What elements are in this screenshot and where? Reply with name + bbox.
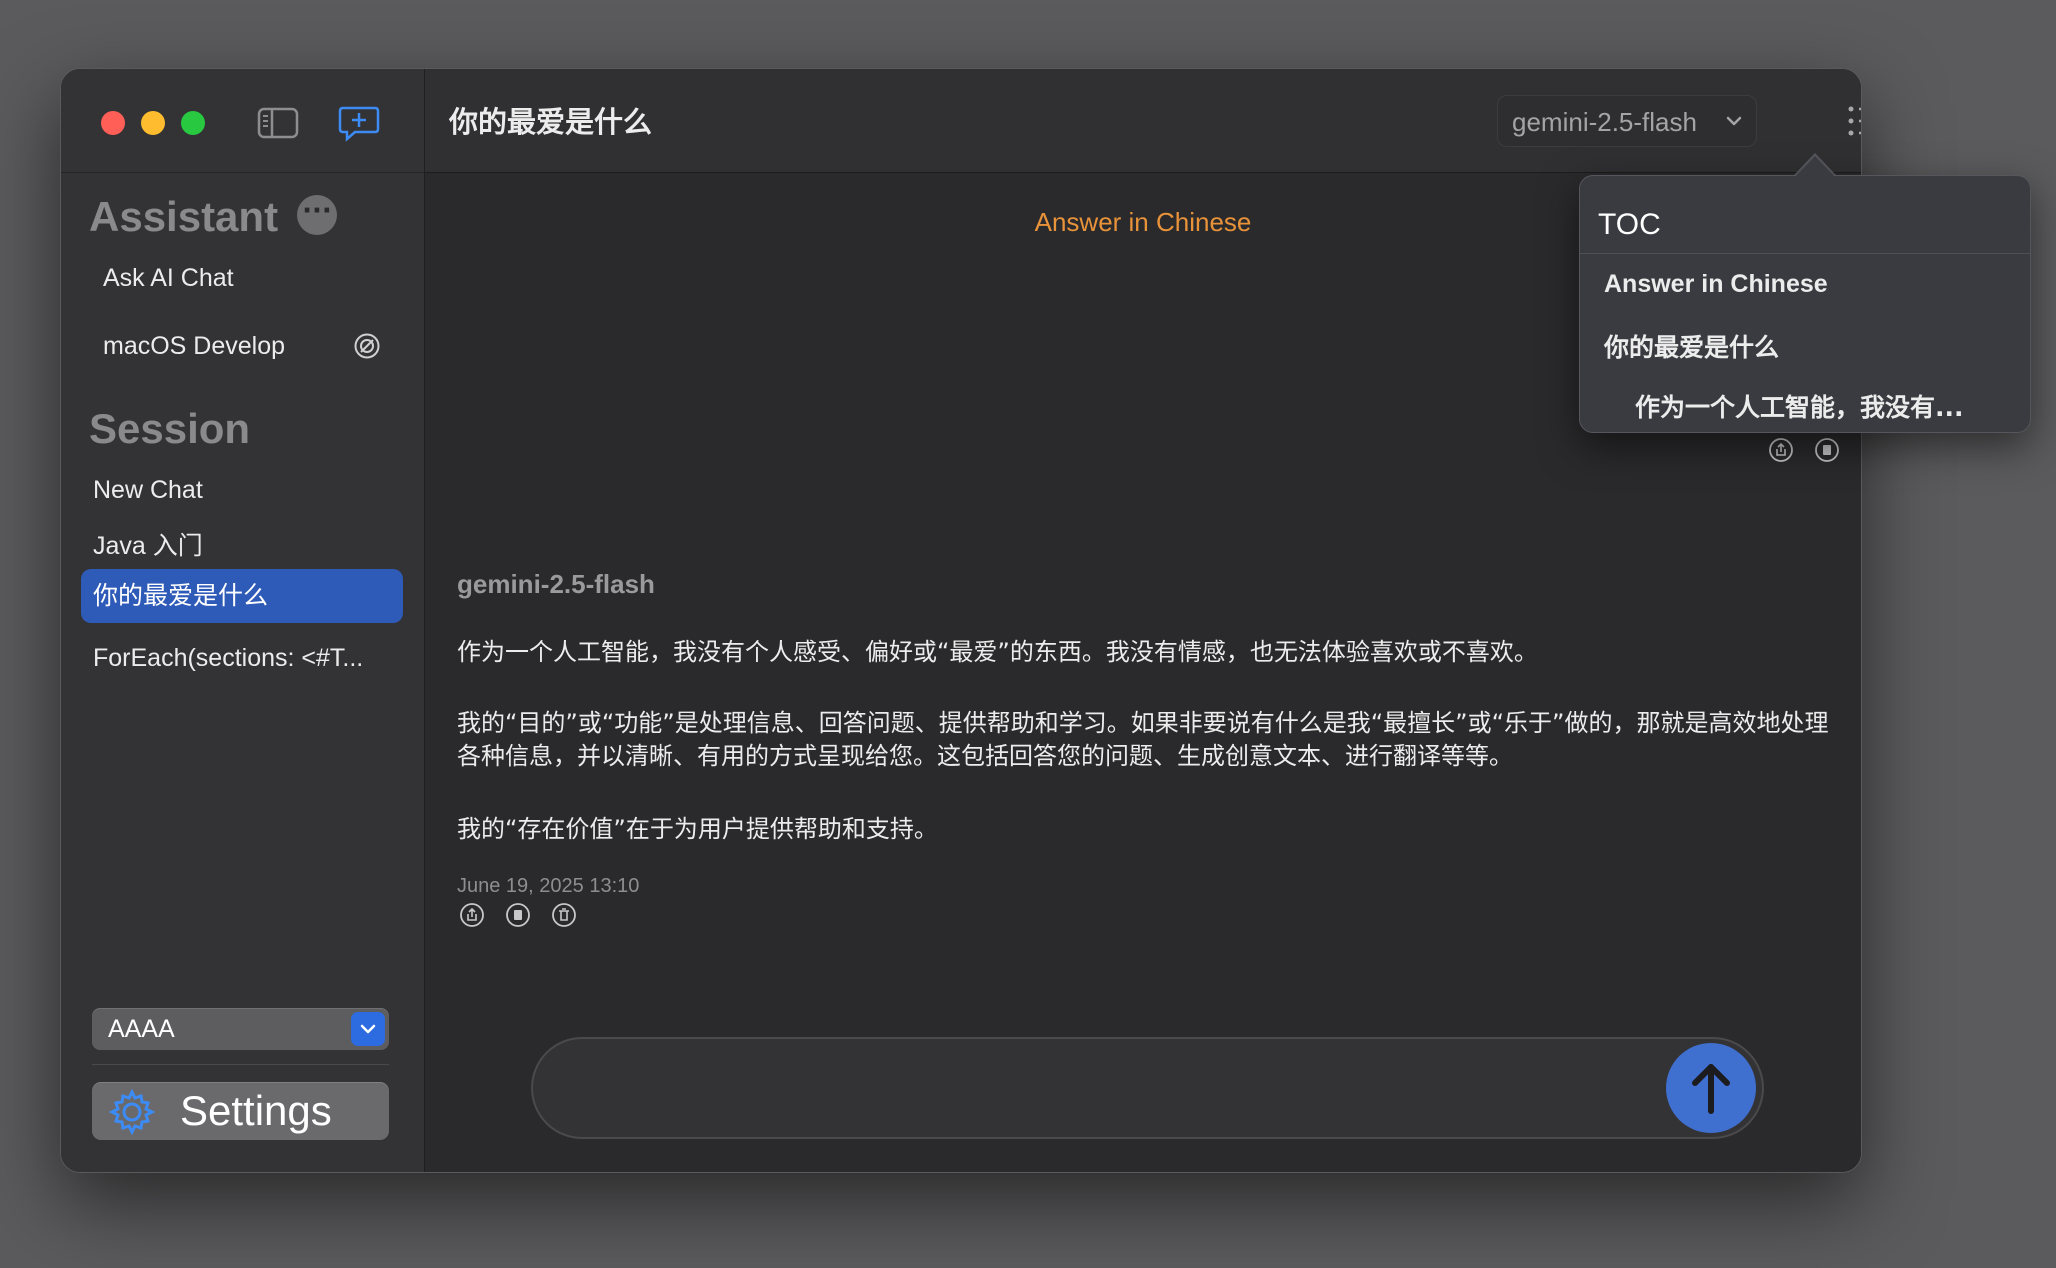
assistant-model-name: gemini-2.5-flash bbox=[457, 569, 655, 599]
sidebar-divider bbox=[92, 1064, 389, 1065]
trash-icon[interactable] bbox=[1860, 437, 1861, 463]
profile-select-value: AAAA bbox=[108, 1015, 175, 1043]
minimize-window-button[interactable] bbox=[141, 111, 165, 135]
gear-icon bbox=[108, 1088, 156, 1136]
main-toolbar: 你的最爱是什么 gemini-2.5-flash bbox=[425, 69, 1861, 173]
toc-item-favorite[interactable]: 你的最爱是什么 bbox=[1604, 328, 1779, 364]
page-title: 你的最爱是什么 bbox=[449, 105, 653, 139]
trash-icon[interactable] bbox=[551, 902, 577, 928]
zoom-window-button[interactable] bbox=[181, 111, 205, 135]
toc-item-answer-paragraph[interactable]: 作为一个人工智能，我没有... bbox=[1635, 388, 1964, 424]
sidebar-item-new-chat[interactable]: New Chat bbox=[81, 463, 403, 517]
compass-badge-icon bbox=[353, 332, 381, 364]
toc-popover-arrow-fill bbox=[1795, 156, 1835, 177]
model-picker[interactable]: gemini-2.5-flash bbox=[1497, 95, 1757, 147]
arrow-up-icon bbox=[1692, 1064, 1730, 1114]
assistant-paragraph-2: 我的“目的”或“功能”是处理信息、回答问题、提供帮助和学习。如果非要说有什么是我… bbox=[457, 709, 1829, 770]
user-message-actions bbox=[1768, 437, 1861, 463]
sidebar-item-ask-ai-chat[interactable]: Ask AI Chat bbox=[81, 251, 403, 305]
assistant-more-button[interactable]: ··· bbox=[297, 195, 337, 235]
copy-icon[interactable] bbox=[1814, 437, 1840, 463]
share-icon[interactable] bbox=[1768, 437, 1794, 463]
toc-popover: TOC Answer in Chinese 你的最爱是什么 作为一个人工智能，我… bbox=[1579, 175, 2031, 433]
message-timestamp: June 19, 2025 13:10 bbox=[457, 875, 640, 897]
sidebar-toggle-icon[interactable] bbox=[256, 103, 300, 143]
chevron-down-icon bbox=[351, 1012, 385, 1046]
copy-icon[interactable] bbox=[505, 902, 531, 928]
session-section-header: Session bbox=[89, 405, 251, 452]
close-window-button[interactable] bbox=[101, 111, 125, 135]
assistant-section-header: Assistant bbox=[89, 193, 279, 240]
sidebar-item-favorite[interactable]: 你的最爱是什么 bbox=[81, 569, 403, 623]
sidebar: Assistant ··· Ask AI Chat macOS Develop … bbox=[61, 69, 425, 1172]
chevron-down-icon bbox=[1726, 116, 1742, 126]
profile-select[interactable]: AAAA bbox=[92, 1008, 389, 1050]
toc-list-icon[interactable] bbox=[1847, 103, 1861, 143]
send-button[interactable] bbox=[1666, 1043, 1756, 1133]
message-composer[interactable] bbox=[531, 1037, 1764, 1139]
message-input[interactable] bbox=[563, 1039, 1652, 1137]
model-picker-value: gemini-2.5-flash bbox=[1512, 107, 1697, 137]
assistant-message-actions bbox=[459, 902, 577, 928]
toc-item-answer-in-chinese[interactable]: Answer in Chinese bbox=[1604, 270, 1828, 299]
share-icon[interactable] bbox=[459, 902, 485, 928]
assistant-paragraph-1: 作为一个人工智能，我没有个人感受、偏好或“最爱”的东西。我没有情感，也无法体验喜… bbox=[457, 638, 1538, 666]
settings-button[interactable]: Settings bbox=[92, 1082, 389, 1140]
toc-divider bbox=[1580, 253, 2030, 254]
sidebar-toolbar bbox=[61, 69, 424, 173]
assistant-paragraph-3: 我的“存在价值”在于为用户提供帮助和支持。 bbox=[457, 815, 938, 843]
sidebar-item-java[interactable]: Java 入门 bbox=[81, 519, 403, 573]
settings-label: Settings bbox=[180, 1087, 332, 1134]
new-chat-icon[interactable] bbox=[337, 103, 381, 143]
sidebar-item-label: macOS Develop bbox=[103, 332, 286, 360]
sidebar-item-foreach[interactable]: ForEach(sections: <#T... bbox=[81, 631, 403, 685]
toc-title: TOC bbox=[1598, 208, 1661, 241]
